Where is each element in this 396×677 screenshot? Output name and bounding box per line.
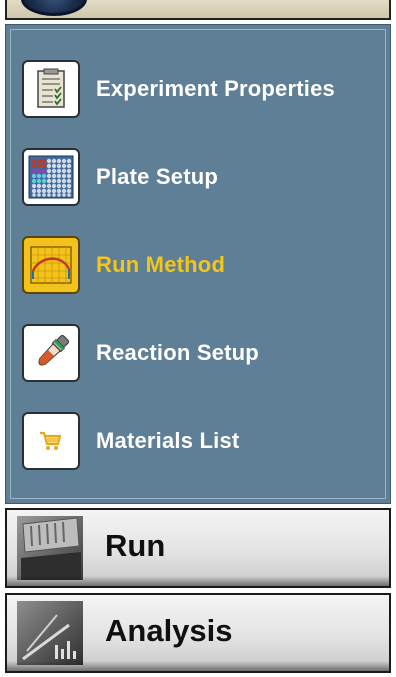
nav-item-label: Plate Setup: [96, 164, 219, 189]
setup-section-header[interactable]: [5, 0, 391, 20]
nav-item-label: Experiment Properties: [96, 76, 335, 101]
nav-item-materials-list[interactable]: Materials List: [22, 410, 382, 472]
nav-item-label: Materials List: [96, 428, 240, 453]
section-shadow: [7, 576, 389, 586]
nav-item-label: Run Method: [96, 252, 226, 277]
section-shadow: [7, 661, 389, 671]
analysis-chart-icon: [17, 601, 83, 665]
run-section-header[interactable]: Run: [5, 508, 391, 588]
run-section-label: Run: [105, 528, 166, 563]
pipette-tube-icon: [22, 324, 80, 382]
analysis-section-header[interactable]: Analysis: [5, 593, 391, 673]
navigation-pane: Experiment Properties Plate Setup Run Me…: [0, 0, 396, 677]
nav-item-experiment-properties[interactable]: Experiment Properties: [22, 58, 382, 120]
clipboard-checklist-icon: [22, 60, 80, 118]
nav-item-label: Reaction Setup: [96, 340, 259, 365]
shopping-cart-icon: [22, 412, 80, 470]
analysis-section-label: Analysis: [105, 613, 233, 648]
plate-grid-icon: [22, 148, 80, 206]
setup-panel: Experiment Properties Plate Setup Run Me…: [5, 24, 391, 504]
nav-item-plate-setup[interactable]: Plate Setup: [22, 146, 382, 208]
nav-item-run-method[interactable]: Run Method: [22, 234, 382, 296]
instrument-icon: [17, 516, 83, 580]
thermal-profile-icon: [22, 236, 80, 294]
setup-section-icon: [21, 0, 87, 16]
nav-item-reaction-setup[interactable]: Reaction Setup: [22, 322, 382, 384]
